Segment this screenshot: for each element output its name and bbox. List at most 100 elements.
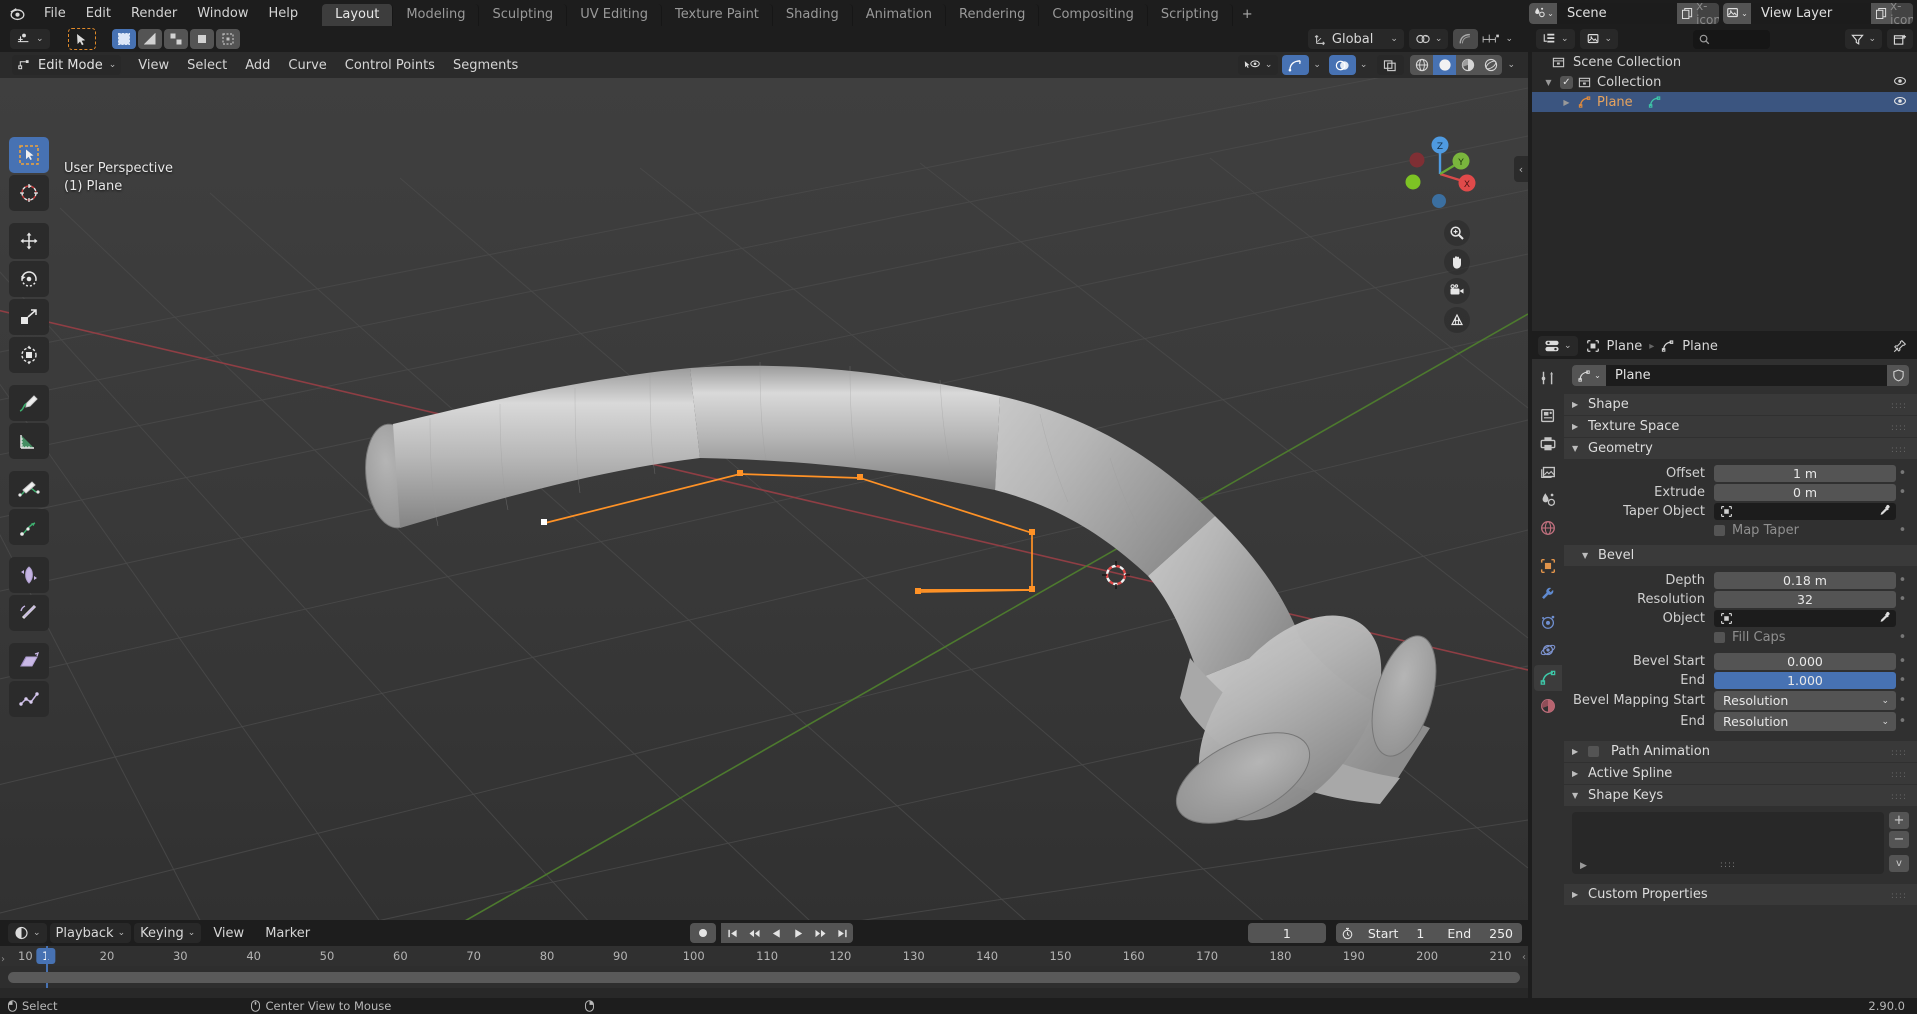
outliner-row-plane[interactable]: ▶ Plane — [1532, 92, 1917, 112]
shape-keys-list[interactable]: ▶ :::: — [1572, 812, 1884, 874]
pin-icon[interactable] — [1892, 339, 1911, 354]
camera-icon[interactable] — [1444, 278, 1470, 304]
face-select-mode[interactable] — [164, 29, 188, 49]
offset-field[interactable]: 1 m — [1714, 465, 1896, 482]
bevel-mapping-start-dropdown[interactable]: Resolution ⌄ — [1714, 691, 1896, 710]
material-tab[interactable] — [1534, 693, 1562, 719]
cursor-tool[interactable] — [9, 175, 49, 211]
outliner-filter-dropdown[interactable]: ⌄ — [1845, 29, 1882, 49]
panel-bevel-triangle[interactable]: ▼ — [1582, 551, 1591, 560]
bevel-end-animate-dot[interactable]: • — [1896, 676, 1909, 686]
jump-start-icon[interactable] — [721, 923, 743, 943]
timeline-marker-menu[interactable]: Marker — [256, 924, 319, 943]
extrude-animate-dot[interactable]: • — [1896, 488, 1909, 498]
workspace-tab-animation[interactable]: Animation — [853, 4, 946, 26]
world-tab[interactable] — [1534, 515, 1562, 541]
view-layer-copy-icon[interactable] — [1871, 3, 1892, 24]
plane-visibility-eye-icon[interactable] — [1893, 94, 1907, 108]
bevel-end-field[interactable]: 1.000 — [1714, 672, 1896, 689]
shear-tool[interactable] — [9, 643, 49, 679]
material-preview-shading-button[interactable] — [1456, 55, 1479, 75]
map-taper-animate-dot[interactable]: • — [1896, 526, 1909, 536]
radius-tool[interactable] — [9, 557, 49, 593]
measure-tool[interactable] — [9, 423, 49, 459]
scene-name[interactable]: Scene — [1557, 3, 1677, 24]
current-frame-field[interactable]: 1 — [1248, 923, 1326, 943]
panel-shape[interactable]: ▶ Shape :::: — [1564, 394, 1917, 415]
view-layer-selector[interactable]: ⌄ View Layer x-icon — [1723, 3, 1913, 24]
breadcrumb-data-name[interactable]: Plane — [1682, 339, 1718, 354]
modifier-tab[interactable] — [1534, 581, 1562, 607]
scale-tool[interactable] — [9, 299, 49, 335]
scene-tab[interactable] — [1534, 487, 1562, 513]
workspace-tab-layout[interactable]: Layout — [322, 4, 393, 26]
view-layer-delete-icon[interactable]: x-icon — [1892, 3, 1913, 24]
curve-data-name-field[interactable]: Plane — [1606, 365, 1887, 386]
particles-tab[interactable] — [1534, 609, 1562, 635]
menu-render[interactable]: Render — [121, 3, 187, 24]
timeline-editor-type-dropdown[interactable]: ⌄ — [8, 923, 47, 943]
object-tab[interactable] — [1534, 553, 1562, 579]
outliner-search-input[interactable] — [1693, 30, 1770, 49]
workspace-tab-scripting[interactable]: Scripting — [1148, 4, 1233, 26]
add-shape-key-button[interactable]: + — [1889, 812, 1909, 829]
shape-keys-expand-triangle[interactable]: ▶ — [1580, 861, 1587, 871]
new-collection-button[interactable] — [1887, 29, 1913, 49]
visibility-selectability-dropdown[interactable]: ⌄ — [1238, 55, 1279, 75]
rendered-shading-button[interactable] — [1479, 55, 1502, 75]
tilt-tool[interactable] — [9, 595, 49, 631]
tweak-select-tool[interactable] — [9, 137, 49, 173]
navigation-gizmo[interactable]: Z X Y — [1396, 130, 1480, 214]
menu-window[interactable]: Window — [187, 3, 258, 24]
snapping-dropdown[interactable]: ⌄ — [1409, 29, 1449, 49]
vertex-select-mode[interactable] — [112, 29, 136, 49]
move-tool[interactable] — [9, 223, 49, 259]
panel-shape-keys[interactable]: ▼ Shape Keys :::: — [1564, 785, 1917, 806]
wireframe-shading-button[interactable] — [1410, 55, 1433, 75]
gizmo-options-dropdown[interactable]: ⌄ — [1309, 55, 1325, 75]
physics-tab[interactable] — [1534, 637, 1562, 663]
panel-custom-properties-triangle[interactable]: ▶ — [1572, 890, 1581, 899]
play-reverse-icon[interactable] — [765, 923, 787, 943]
panel-active-spline[interactable]: ▶ Active Spline :::: — [1564, 763, 1917, 784]
workspace-tab-compositing[interactable]: Compositing — [1039, 4, 1148, 26]
panel-texture-space[interactable]: ▶ Texture Space :::: — [1564, 416, 1917, 437]
taper-object-field[interactable] — [1714, 503, 1896, 520]
overlay-options-dropdown[interactable]: ⌄ — [1356, 55, 1372, 75]
remove-shape-key-button[interactable]: − — [1889, 831, 1909, 848]
fill-caps-animate-dot[interactable]: • — [1896, 633, 1909, 643]
scene-icon[interactable]: ⌄ — [1529, 3, 1557, 24]
draw-curve-tool[interactable] — [9, 471, 49, 507]
tool-tab[interactable] — [1534, 365, 1562, 391]
panel-shape-triangle[interactable]: ▶ — [1572, 400, 1581, 409]
panel-path-animation-triangle[interactable]: ▶ — [1572, 747, 1581, 756]
blender-logo-icon[interactable] — [0, 0, 34, 26]
timeline-ruler[interactable]: 10 20 30 40 50 60 70 80 90 100 110 120 1… — [0, 946, 1528, 966]
outliner-editor-type-dropdown[interactable]: ⌄ — [1536, 29, 1575, 49]
bevel-resolution-field[interactable]: 32 — [1714, 591, 1896, 608]
menu-file[interactable]: File — [34, 3, 76, 24]
map-taper-checkbox[interactable] — [1714, 525, 1725, 536]
bevel-mapping-end-dropdown[interactable]: Resolution ⌄ — [1714, 712, 1896, 731]
scene-selector[interactable]: ⌄ Scene x-icon — [1529, 3, 1719, 24]
next-keyframe-icon[interactable] — [809, 923, 831, 943]
timeline-track[interactable]: › ‹ — [0, 966, 1528, 988]
prev-keyframe-icon[interactable] — [743, 923, 765, 943]
bevel-mapping-start-animate-dot[interactable]: • — [1896, 696, 1909, 706]
show-overlays-toggle[interactable] — [1329, 55, 1356, 75]
timeline-view-menu[interactable]: View — [204, 924, 253, 943]
bevel-resolution-animate-dot[interactable]: • — [1896, 595, 1909, 605]
annotate-tool[interactable] — [9, 385, 49, 421]
breadcrumb-object-name[interactable]: Plane — [1607, 339, 1643, 354]
render-tab[interactable] — [1534, 403, 1562, 429]
randomize-tool[interactable] — [9, 681, 49, 717]
workspace-tab-sculpting[interactable]: Sculpting — [479, 4, 567, 26]
panel-geometry-triangle[interactable]: ▼ — [1572, 444, 1581, 453]
sidebar-collapse-arrow[interactable]: ‹ — [1514, 156, 1528, 182]
properties-editor-type-dropdown[interactable]: ⌄ — [1538, 336, 1578, 356]
bevel-start-animate-dot[interactable]: • — [1896, 657, 1909, 667]
frame-end-value[interactable]: 250 — [1480, 926, 1522, 941]
timeline-keying-menu[interactable]: Keying ⌄ — [134, 923, 201, 943]
play-icon[interactable] — [787, 923, 809, 943]
transform-tool[interactable] — [9, 337, 49, 373]
